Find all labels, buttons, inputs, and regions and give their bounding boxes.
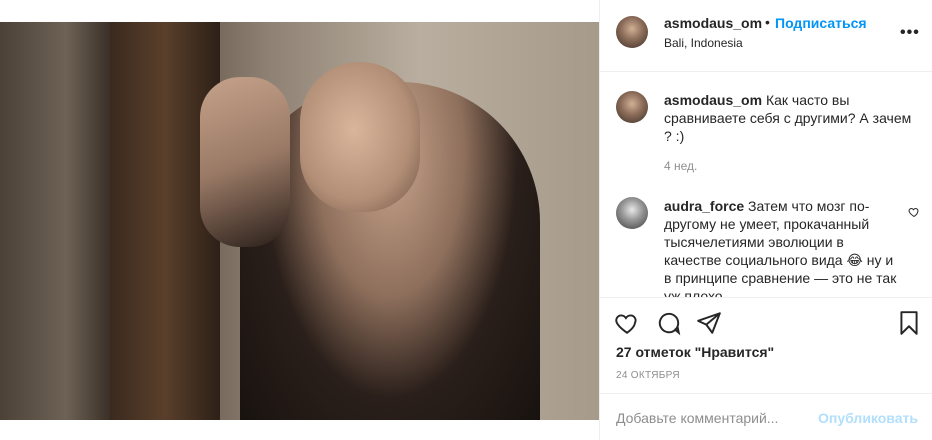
likes-count[interactable]: 27 отметок "Нравится" xyxy=(616,344,774,360)
author-avatar[interactable] xyxy=(616,16,648,48)
comment-author[interactable]: audra_force xyxy=(664,198,744,214)
comment-text: asmodaus_om Как часто вы сравниваете себ… xyxy=(664,91,914,145)
photo-curtain xyxy=(0,22,110,420)
follow-button[interactable]: Подписаться xyxy=(775,15,867,31)
post-side-panel: asmodaus_om • Подписаться Bali, Indonesi… xyxy=(599,0,932,440)
share-paper-plane-icon[interactable] xyxy=(696,310,722,336)
more-options-icon[interactable]: ••• xyxy=(900,24,920,42)
post-photo[interactable] xyxy=(0,22,599,420)
comment-time: 4 нед. xyxy=(664,159,698,173)
comment-author[interactable]: asmodaus_om xyxy=(664,92,762,108)
save-bookmark-icon[interactable] xyxy=(896,310,922,336)
comment-input[interactable] xyxy=(616,408,816,428)
photo-arm xyxy=(200,77,290,247)
add-comment-bar: Опубликовать xyxy=(600,393,932,440)
comment-bubble-icon[interactable] xyxy=(656,310,682,336)
comments-list[interactable]: asmodaus_om Как часто вы сравниваете себ… xyxy=(600,73,932,297)
post-header: asmodaus_om • Подписаться Bali, Indonesi… xyxy=(600,0,932,72)
comment-text: audra_force Затем что мозг по-другому не… xyxy=(664,197,904,297)
like-heart-icon[interactable] xyxy=(614,310,640,336)
post-actions: 27 отметок "Нравится" 24 ОКТЯБРЯ xyxy=(600,297,932,393)
post-media xyxy=(0,0,599,440)
publish-comment-button[interactable]: Опубликовать xyxy=(818,410,918,426)
post-location[interactable]: Bali, Indonesia xyxy=(664,36,743,50)
author-username[interactable]: asmodaus_om xyxy=(664,15,762,31)
comment-avatar[interactable] xyxy=(616,91,648,123)
comment-like-icon[interactable] xyxy=(908,205,922,219)
header-separator: • xyxy=(765,14,770,30)
comment-avatar[interactable] xyxy=(616,197,648,229)
photo-head xyxy=(300,62,420,212)
post-date[interactable]: 24 ОКТЯБРЯ xyxy=(616,370,680,381)
